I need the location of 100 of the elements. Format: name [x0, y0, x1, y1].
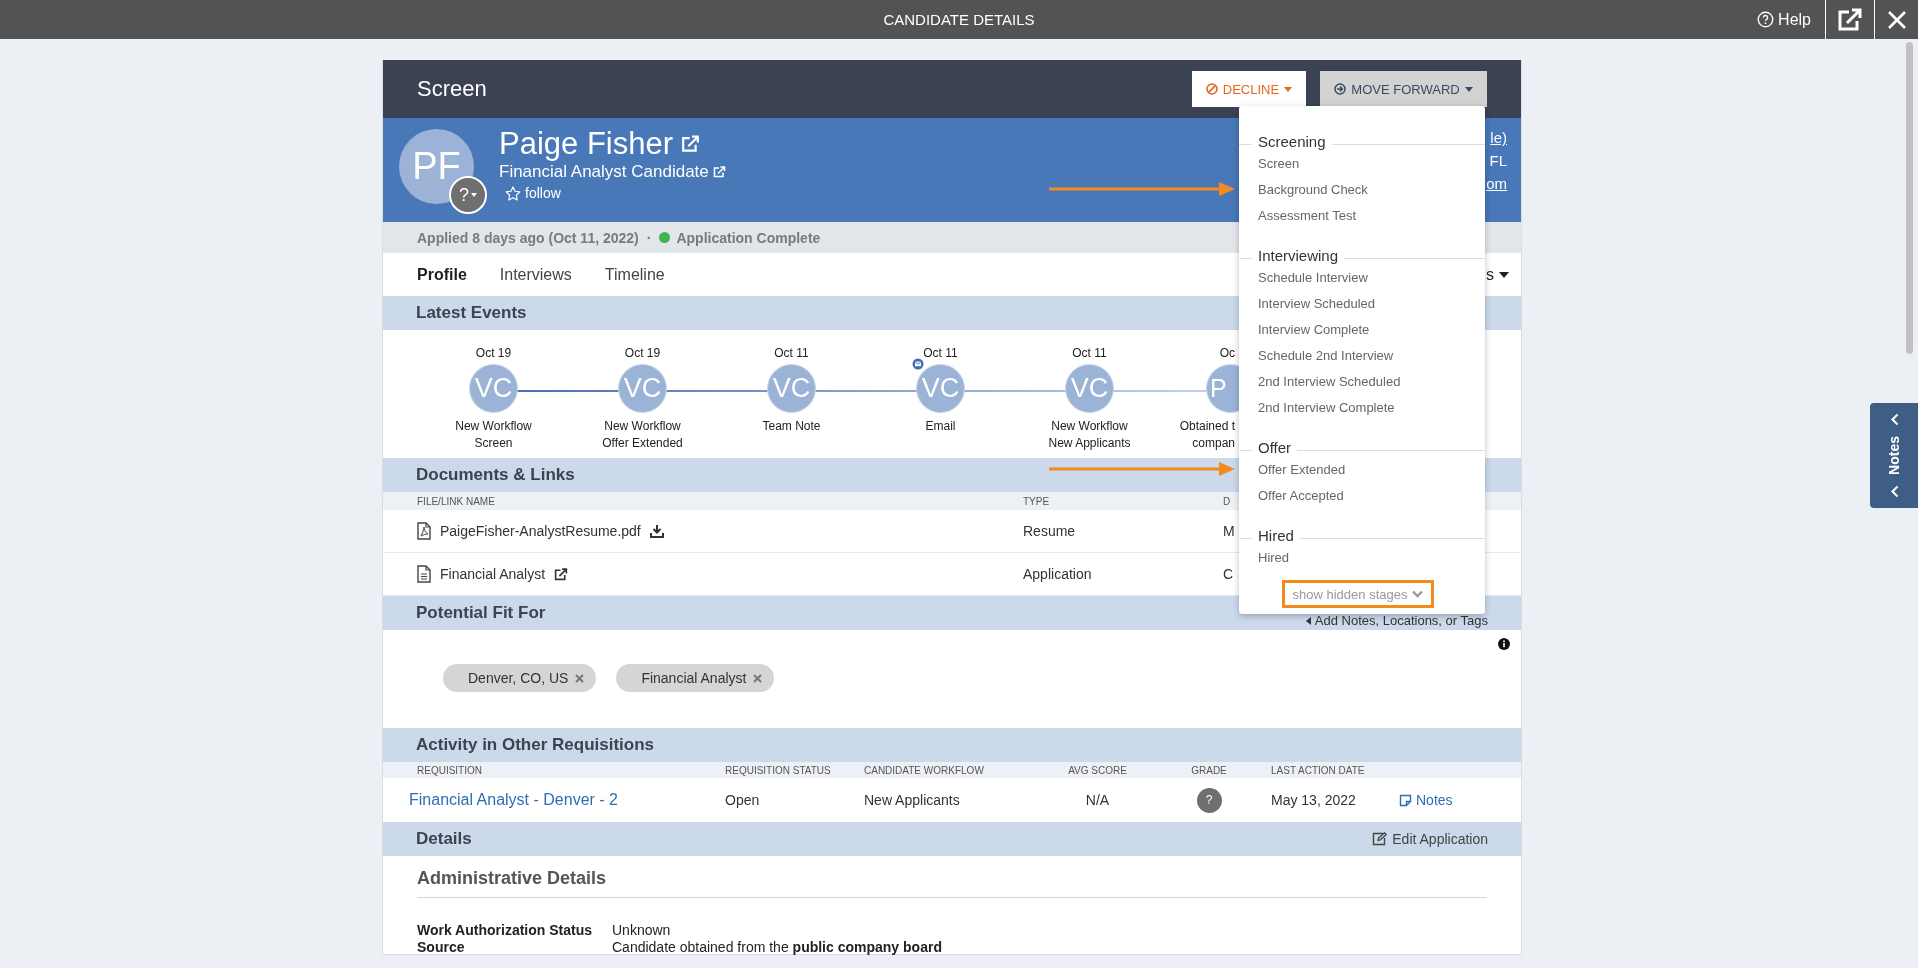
file-name[interactable]: PaigeFisher-AnalystResume.pdf	[440, 523, 641, 539]
column-header: AVG SCORE	[1067, 764, 1128, 776]
field-value: Candidate obtained from the public company board	[612, 939, 942, 956]
event-label: New Workflow Offer Extended	[602, 418, 683, 452]
column-header: FILE/LINK NAME	[417, 495, 495, 507]
arrow-circle-icon	[1334, 83, 1347, 95]
status-dot-icon	[659, 232, 671, 243]
grade-dropdown[interactable]: ?	[449, 176, 487, 214]
help-icon	[1757, 11, 1775, 28]
event-date: Oct 11	[923, 346, 958, 362]
notes-link[interactable]: Notes	[1399, 792, 1453, 808]
menu-item[interactable]: Hired	[1258, 549, 1290, 565]
column-header: CANDIDATE WORKFLOW	[864, 764, 985, 776]
ban-icon	[1205, 83, 1218, 95]
remove-icon[interactable]	[753, 673, 763, 683]
table-cell-text: May 13, 2022	[1270, 792, 1357, 808]
menu-item[interactable]: Interview Complete	[1258, 321, 1370, 337]
caret-left-icon	[1305, 616, 1311, 625]
section-title: Latest Events	[416, 303, 527, 323]
caret-icon	[1499, 271, 1509, 278]
candidate-name: Paige Fisher	[499, 126, 674, 162]
note-icon	[1399, 793, 1412, 807]
table-cell: C	[1223, 566, 1234, 582]
table-cell: M	[1223, 523, 1235, 539]
column-header: LAST ACTION DATE	[1270, 764, 1366, 776]
actions-dropdown[interactable]: s	[1486, 265, 1509, 284]
section-title: Details	[416, 829, 472, 849]
menu-item[interactable]: 2nd Interview Scheduled	[1258, 373, 1401, 389]
caret-icon	[1284, 86, 1293, 92]
tab[interactable]: Interviews	[499, 265, 572, 284]
requisition-link[interactable]: Financial Analyst - Denver - 2	[409, 791, 725, 809]
menu-item[interactable]: Offer Accepted	[1258, 487, 1344, 503]
menu-item[interactable]: Assessment Test	[1258, 207, 1357, 223]
candidate-title: Financial Analyst Candidate	[499, 162, 709, 182]
menu-item[interactable]: Background Check	[1258, 181, 1368, 197]
decline-button[interactable]: DECLINE	[1192, 71, 1306, 107]
envelope-badge-icon	[911, 357, 925, 371]
field-value: Unknown	[612, 922, 671, 939]
event-label: Team Note	[762, 418, 821, 435]
table-cell: Resume	[1023, 523, 1076, 539]
table-cell-text: New Applicants	[864, 792, 961, 808]
add-notes-link[interactable]: Add Notes, Locations, or Tags	[1305, 613, 1488, 628]
event-label: New Workflow Screen	[455, 418, 532, 452]
event-date: Oct 11	[1072, 346, 1107, 362]
pdf-file-icon	[417, 522, 431, 540]
event-label: Email	[925, 418, 956, 435]
section-title: Documents & Links	[416, 465, 575, 485]
event-label: Obtained t compan	[1179, 418, 1235, 452]
table-cell: Application	[1023, 566, 1092, 582]
column-header: D	[1223, 495, 1231, 507]
applied-date: Applied 8 days ago (Oct 11, 2022)	[417, 229, 639, 246]
download-icon[interactable]	[649, 524, 664, 538]
event-date: Oct 19	[624, 346, 661, 362]
menu-group-title: Hired	[1257, 527, 1295, 544]
column-header: GRADE	[1190, 764, 1228, 776]
table-cell-text: N/A	[1084, 792, 1111, 808]
table-cell-text: Open	[725, 792, 761, 808]
help-button[interactable]: Help	[1747, 0, 1826, 39]
move-forward-button[interactable]: MOVE FORWARD	[1320, 71, 1487, 107]
event-date: Oct 19	[475, 346, 512, 362]
edit-application-link[interactable]: Edit Application	[1372, 831, 1488, 847]
contact-text[interactable]: le)	[1490, 126, 1507, 149]
edit-icon	[1372, 832, 1388, 846]
contact-text: FL	[1489, 151, 1507, 171]
separator-dot: ·	[646, 229, 652, 246]
menu-item[interactable]: Offer Extended	[1258, 461, 1346, 477]
tab[interactable]: Timeline	[604, 265, 665, 284]
menu-group-title: Offer	[1257, 439, 1293, 456]
external-link-icon	[1837, 7, 1863, 32]
event-date: Oct 11	[774, 346, 809, 362]
scrollbar-thumb[interactable]	[1906, 42, 1913, 354]
event-label: New Workflow New Applicants	[1048, 418, 1131, 452]
window-title: CANDIDATE DETAILS	[883, 11, 1035, 28]
file-name[interactable]: Financial Analyst	[440, 566, 546, 582]
column-header: REQUISITION	[416, 764, 483, 776]
notes-tab[interactable]: Notes	[1870, 403, 1918, 508]
caret-icon	[471, 193, 477, 197]
section-title: Activity in Other Requisitions	[416, 735, 655, 755]
info-icon[interactable]	[1498, 638, 1510, 650]
external-link-icon[interactable]	[554, 567, 569, 581]
application-status: Application Complete	[676, 229, 821, 246]
tab[interactable]: Profile	[417, 265, 467, 284]
section-title: Potential Fit For	[416, 603, 546, 623]
menu-item[interactable]: Schedule Interview	[1258, 269, 1368, 285]
column-header: TYPE	[1023, 495, 1050, 507]
menu-item[interactable]: Interview Scheduled	[1258, 295, 1376, 311]
menu-group-title: Screening	[1257, 133, 1327, 150]
remove-icon[interactable]	[575, 673, 585, 683]
menu-item[interactable]: 2nd Interview Complete	[1258, 399, 1395, 415]
menu-item[interactable]: Schedule 2nd Interview	[1258, 347, 1394, 363]
caret-icon	[1464, 86, 1473, 92]
menu-group-title: Interviewing	[1257, 247, 1340, 264]
stage-title: Screen	[417, 76, 488, 102]
event-date: Oc	[1219, 346, 1235, 362]
contact-text[interactable]: om	[1486, 172, 1507, 195]
column-header: REQUISITION STATUS	[725, 764, 832, 776]
document-icon	[417, 565, 431, 583]
chevron-left-icon	[1889, 413, 1899, 426]
menu-item[interactable]: Screen	[1258, 155, 1300, 171]
follow-button[interactable]: follow	[505, 185, 561, 201]
